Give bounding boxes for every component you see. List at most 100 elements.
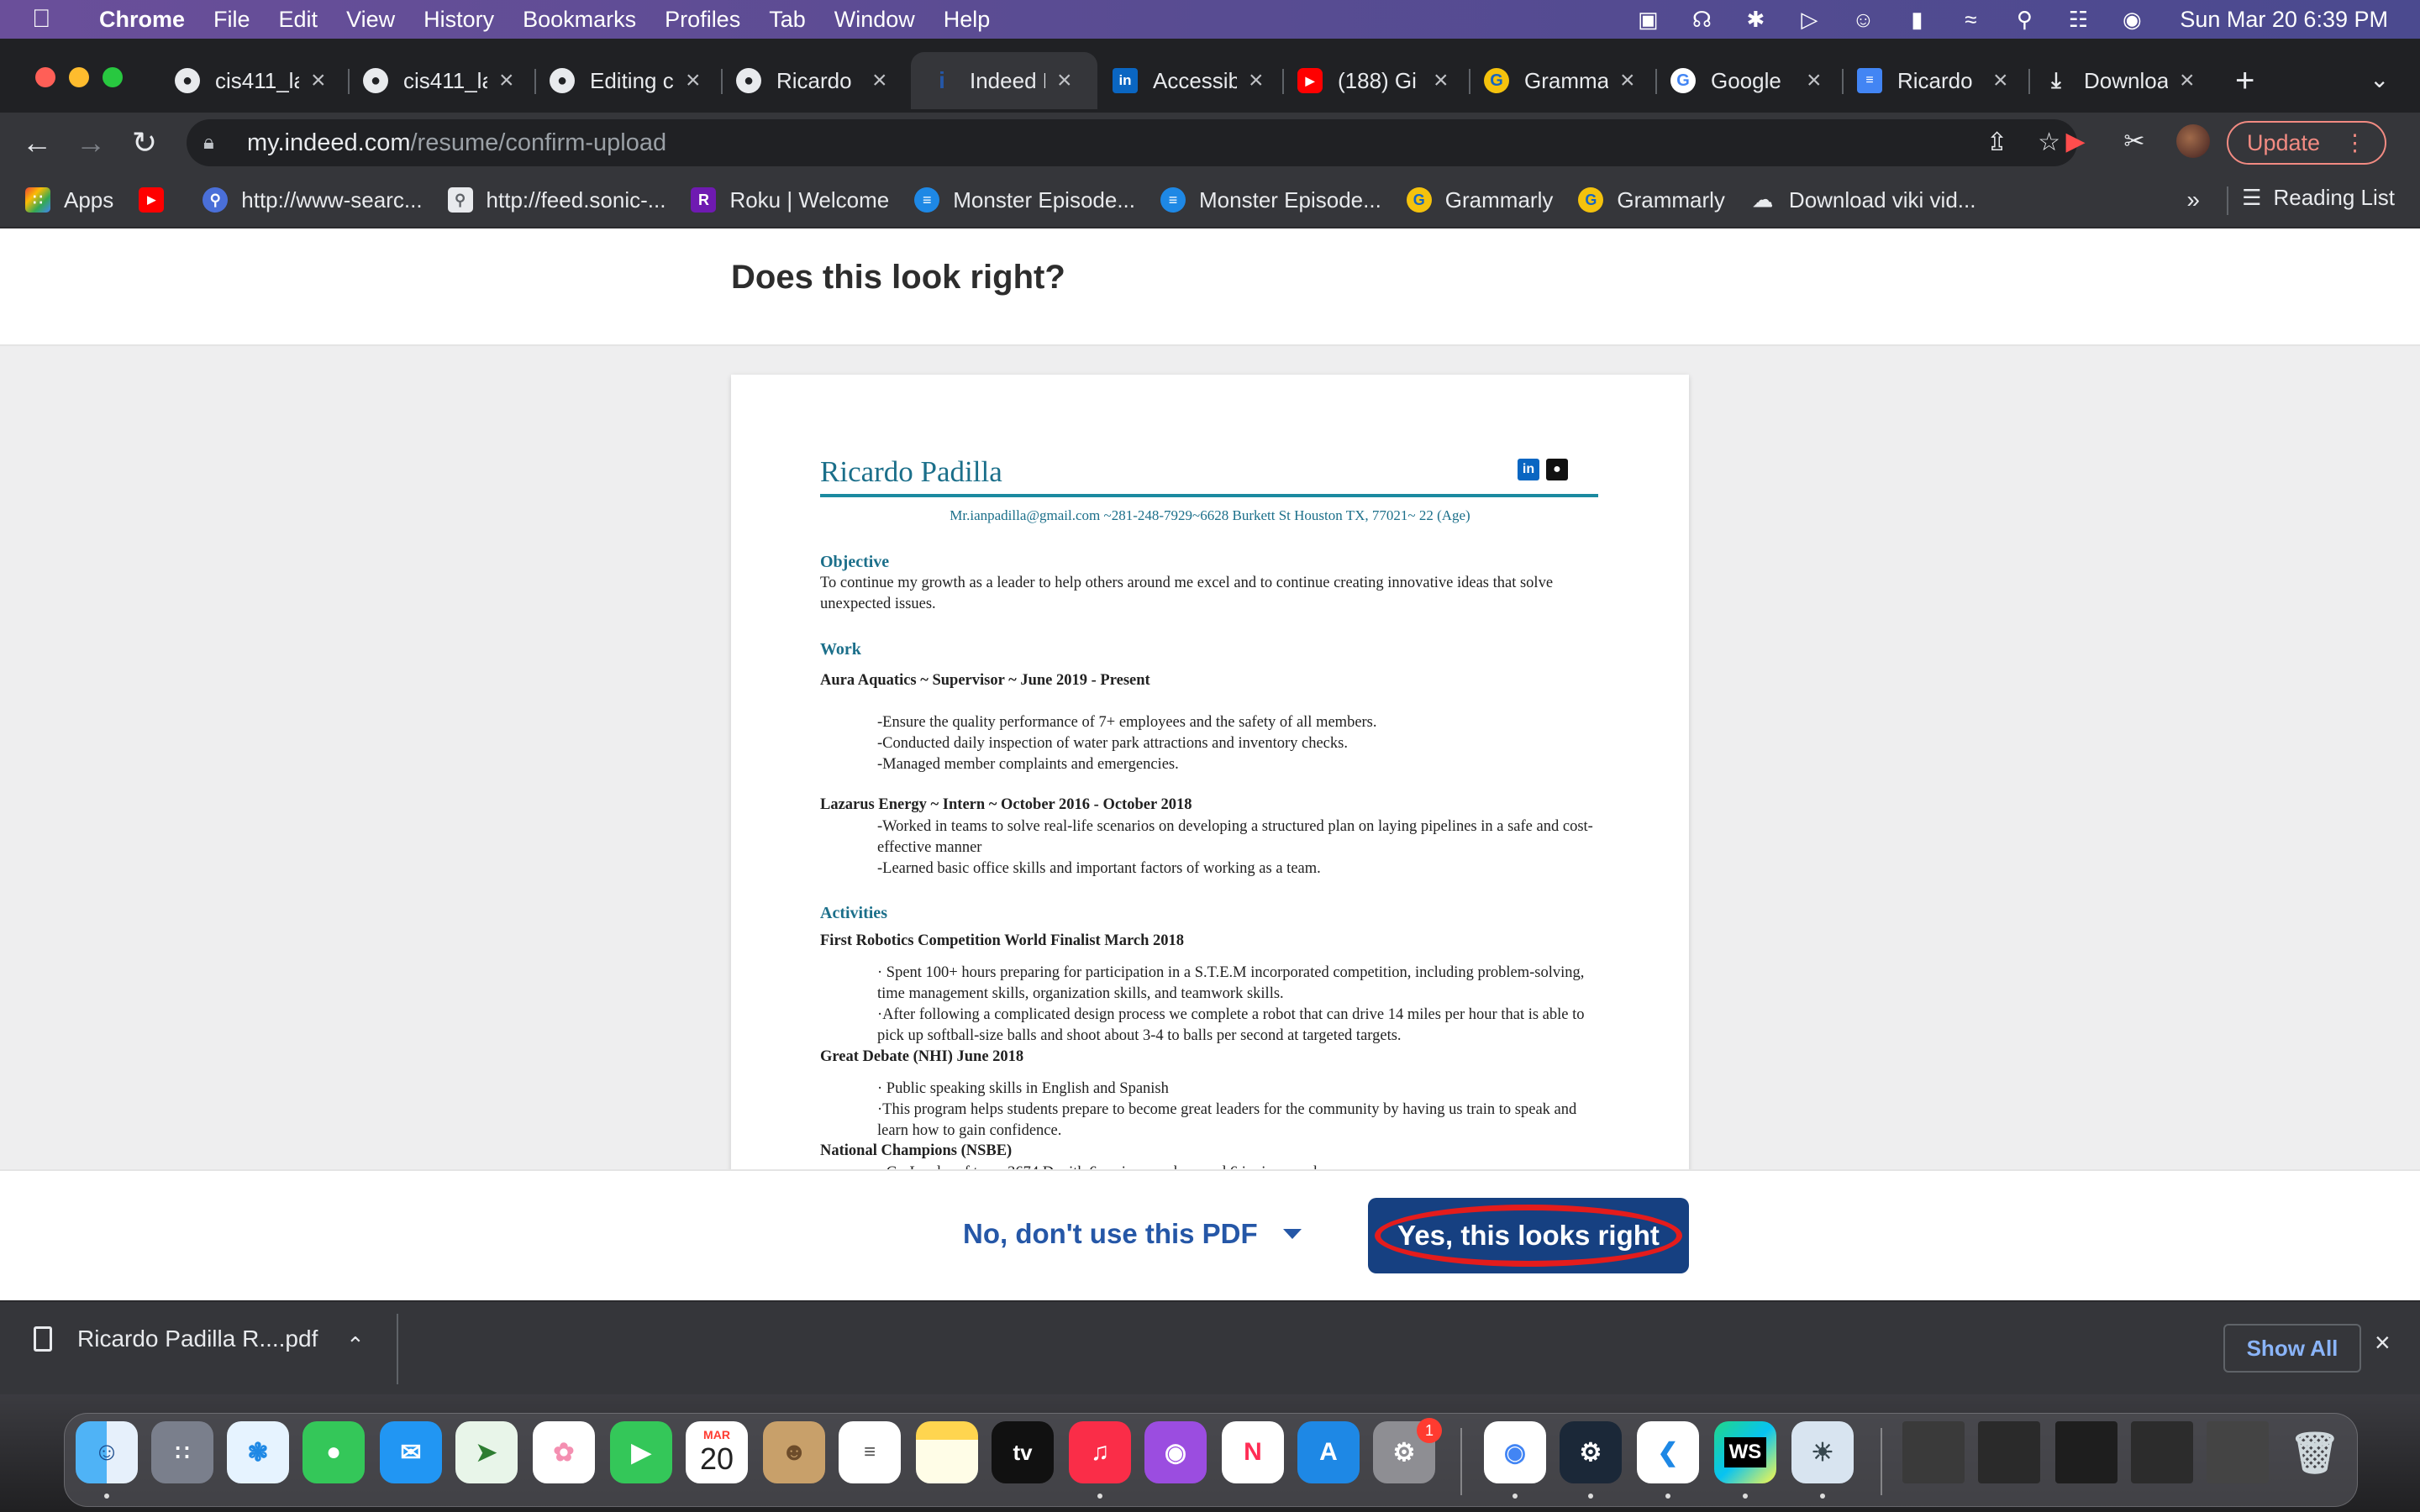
messages-icon[interactable]: ● — [302, 1421, 365, 1483]
menu-bookmarks[interactable]: Bookmarks — [523, 7, 636, 33]
menu-bar-clock[interactable]: Sun Mar 20 6:39 PM — [2180, 7, 2388, 33]
show-all-button[interactable]: Show All — [2223, 1324, 2361, 1373]
lock-icon[interactable]: 🔒︎ — [203, 131, 229, 155]
vscode-icon[interactable]: ❮ — [1637, 1421, 1699, 1483]
menu-view[interactable]: View — [346, 7, 395, 33]
calendar-icon[interactable]: MAR 20 — [686, 1421, 748, 1483]
menu-edit[interactable]: Edit — [279, 7, 318, 33]
close-window-icon[interactable] — [35, 67, 55, 87]
yes-looks-right-button[interactable]: Yes, this looks right — [1368, 1198, 1689, 1273]
bookmark-www-search[interactable]: ⚲ http://www-searc... — [203, 187, 423, 213]
photos-icon[interactable]: ✿ — [533, 1421, 595, 1483]
close-tab-icon[interactable]: × — [499, 66, 514, 95]
update-button[interactable]: Update ⋮ — [2227, 121, 2386, 165]
trash-icon[interactable]: 🗑︎ — [2284, 1421, 2346, 1483]
apple-menu-icon[interactable]:  — [32, 5, 66, 34]
menu-window[interactable]: Window — [834, 7, 915, 33]
tab-indeed-active[interactable]: i Indeed R × — [911, 52, 1097, 109]
share-icon[interactable]: ⇫ — [1986, 128, 2007, 157]
news-icon[interactable]: N — [1222, 1421, 1284, 1483]
video-extension-icon[interactable]: ▶ — [2059, 124, 2092, 158]
status-app-icon[interactable]: ▣ — [1634, 5, 1662, 34]
profile-avatar[interactable] — [2176, 124, 2210, 158]
control-center-icon[interactable]: ☷ — [2064, 5, 2092, 34]
new-tab-plus-icon[interactable]: + — [2235, 62, 2254, 100]
tab-ricardo-github[interactable]: ● Ricardo × — [736, 52, 887, 109]
address-url[interactable]: my.indeed.com/resume/confirm-upload — [247, 129, 666, 157]
contacts-icon[interactable]: ☻ — [763, 1421, 825, 1483]
launchpad-icon[interactable]: ∷ — [151, 1421, 213, 1483]
menu-profiles[interactable]: Profiles — [665, 7, 740, 33]
recent-photo-thumbnail[interactable] — [1902, 1421, 1965, 1483]
menu-app-chrome[interactable]: Chrome — [99, 7, 185, 33]
zoom-window-icon[interactable] — [103, 67, 123, 87]
apple-tv-icon[interactable]: tv — [992, 1421, 1054, 1483]
tab-youtube[interactable]: ▶ (188) Gi × — [1297, 52, 1449, 109]
bookmark-apps[interactable]: ∷ Apps — [25, 187, 113, 213]
maps-icon[interactable]: ➤ — [455, 1421, 518, 1483]
chevron-up-icon[interactable]: ⌃ — [346, 1332, 365, 1358]
tab-accessibility[interactable]: in Accessib × — [1113, 52, 1264, 109]
steam-icon[interactable]: ⚙ — [1560, 1421, 1622, 1483]
preview-icon[interactable]: ☀ — [1791, 1421, 1854, 1483]
bookmark-monster-1[interactable]: ≡ Monster Episode... — [914, 187, 1135, 213]
bookmark-grammarly-1[interactable]: G Grammarly — [1406, 187, 1553, 213]
bluetooth-icon[interactable]: ✱ — [1741, 5, 1770, 34]
close-tab-icon[interactable]: × — [872, 66, 887, 95]
recent-window-thumbnail[interactable] — [2055, 1421, 2118, 1483]
spotlight-search-icon[interactable]: ⚲ — [2010, 5, 2039, 34]
wifi-icon[interactable]: ≈ — [1956, 5, 1985, 34]
siri-icon[interactable]: ◉ — [2118, 5, 2146, 34]
chrome-icon[interactable]: ◉ — [1484, 1421, 1546, 1483]
notes-icon[interactable] — [916, 1421, 978, 1483]
close-tab-icon[interactable]: × — [1807, 66, 1822, 95]
webstorm-icon[interactable]: WS — [1714, 1421, 1776, 1483]
bookmark-grammarly-2[interactable]: G Grammarly — [1578, 187, 1725, 213]
music-icon[interactable]: ♫ — [1069, 1421, 1131, 1483]
app-store-icon[interactable]: A — [1297, 1421, 1360, 1483]
safari-icon[interactable]: ❃ — [227, 1421, 289, 1483]
close-tab-icon[interactable]: × — [1057, 66, 1072, 95]
bookmarks-overflow-chevron-icon[interactable]: » — [2186, 186, 2200, 213]
close-tab-icon[interactable]: × — [1434, 66, 1449, 95]
close-shelf-icon[interactable]: × — [2375, 1327, 2391, 1358]
forward-arrow-icon[interactable]: → — [72, 124, 109, 161]
tab-cis411-1[interactable]: ● cis411_la × — [175, 52, 326, 109]
tab-search-chevron-icon[interactable]: ⌄ — [2370, 66, 2389, 93]
reading-list-button[interactable]: ☰ Reading List — [2242, 185, 2395, 211]
podcasts-icon[interactable]: ◉ — [1144, 1421, 1207, 1483]
address-bar[interactable]: 🔒︎ my.indeed.com/resume/confirm-upload ⇫… — [187, 119, 2077, 166]
tab-download[interactable]: ⤓ Downloa × — [2044, 52, 2195, 109]
reload-icon[interactable]: ↻ — [126, 124, 163, 161]
menu-history[interactable]: History — [424, 7, 494, 33]
menu-help[interactable]: Help — [944, 7, 991, 33]
headphones-icon[interactable]: ☊ — [1687, 5, 1716, 34]
bookmark-viki[interactable]: ☁ Download viki vid... — [1750, 187, 1976, 213]
recent-window-thumbnail[interactable] — [1978, 1421, 2040, 1483]
play-circle-icon[interactable]: ▷ — [1795, 5, 1823, 34]
reminders-icon[interactable]: ≡ — [839, 1421, 901, 1483]
menu-tab[interactable]: Tab — [769, 7, 806, 33]
bookmark-youtube[interactable]: ▶ — [139, 187, 177, 213]
no-dont-use-pdf-button[interactable]: No, don't use this PDF — [963, 1218, 1302, 1250]
tab-grammarly[interactable]: G Gramma × — [1484, 52, 1635, 109]
close-tab-icon[interactable]: × — [1993, 66, 2008, 95]
close-tab-icon[interactable]: × — [1249, 66, 1264, 95]
tab-google[interactable]: G Google × — [1670, 52, 1822, 109]
close-tab-icon[interactable]: × — [2180, 66, 2195, 95]
recent-window-thumbnail[interactable] — [2131, 1421, 2193, 1483]
minimize-window-icon[interactable] — [69, 67, 89, 87]
battery-icon[interactable]: ▮ — [1902, 5, 1931, 34]
extensions-puzzle-icon[interactable]: ✂ — [2118, 124, 2151, 158]
bookmark-feed-sonic[interactable]: ⚲ http://feed.sonic-... — [447, 187, 666, 213]
bookmark-monster-2[interactable]: ≡ Monster Episode... — [1160, 187, 1381, 213]
finder-icon[interactable]: ☺ — [76, 1421, 138, 1483]
facetime-icon[interactable]: ▶ — [610, 1421, 672, 1483]
tab-ricardo-docs[interactable]: ≡ Ricardo × — [1857, 52, 2008, 109]
download-item[interactable]: Ricardo Padilla R....pdf — [34, 1326, 318, 1352]
tab-cis411-2[interactable]: ● cis411_la × — [363, 52, 514, 109]
tab-editing[interactable]: ● Editing c × — [550, 52, 701, 109]
downloads-stack-icon[interactable] — [2207, 1421, 2269, 1483]
mail-icon[interactable]: ✉ — [380, 1421, 442, 1483]
menu-file[interactable]: File — [213, 7, 250, 33]
